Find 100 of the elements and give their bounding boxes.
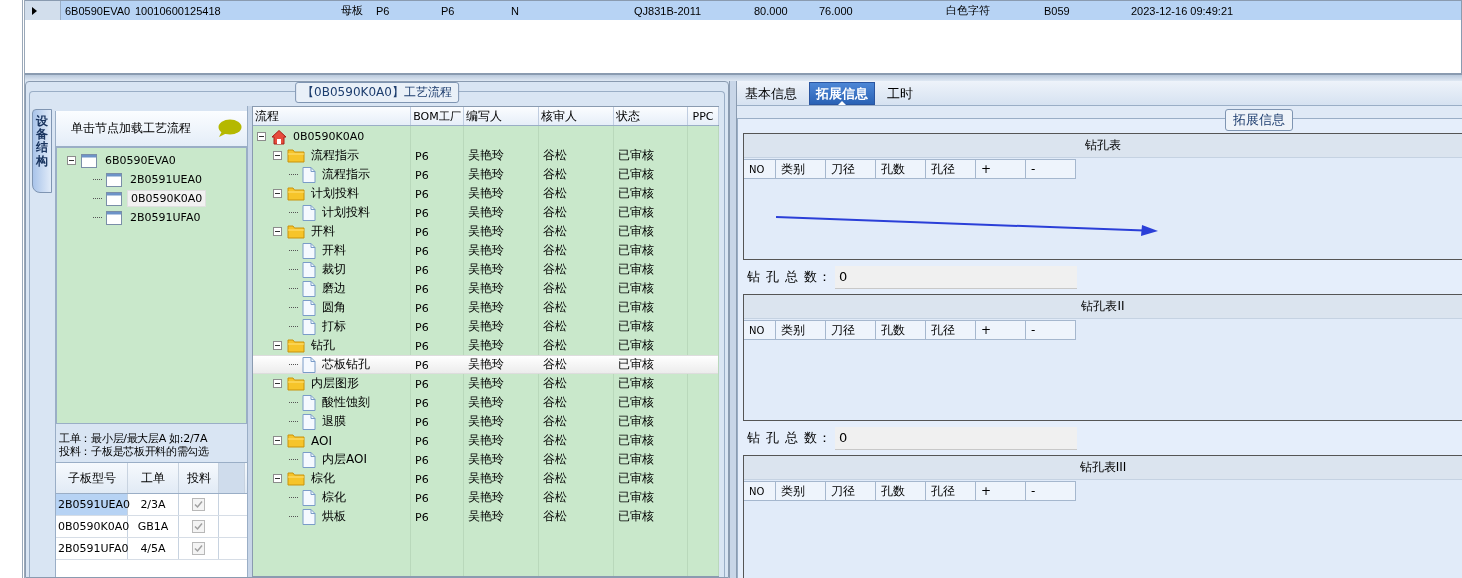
tree-row[interactable]: 烘板 P6 吴艳玲 谷松 已审核 — [253, 507, 718, 526]
column-header[interactable]: 子板型号 — [56, 463, 128, 493]
tree-row[interactable]: 开料 P6 吴艳玲 谷松 已审核 — [253, 222, 718, 241]
table-cell: 谷松 — [543, 319, 567, 333]
column-header[interactable]: NO — [744, 159, 776, 179]
tree-row[interactable]: 计划投料 P6 吴艳玲 谷松 已审核 — [253, 184, 718, 203]
column-header[interactable]: 流程 — [253, 107, 411, 125]
column-header[interactable]: 类别 — [776, 320, 826, 340]
column-header[interactable]: 刀径 — [826, 481, 876, 501]
column-header[interactable]: 核审人 — [539, 107, 614, 125]
vertical-tab[interactable]: 设备结构 — [32, 109, 52, 193]
tree-node[interactable]: 2B0591UFA0 — [127, 210, 204, 225]
tree-node[interactable]: 0B0590K0A0 — [127, 190, 207, 207]
tab[interactable]: 基本信息 — [739, 82, 803, 105]
column-header[interactable]: - — [1026, 320, 1076, 340]
grid-cell: 母板 — [341, 4, 363, 16]
table-cell: 吴艳玲 — [468, 224, 504, 238]
table-cell: 吴艳玲 — [468, 167, 504, 181]
column-header[interactable]: - — [1026, 481, 1076, 501]
column-header[interactable]: + — [976, 159, 1026, 179]
collapse-icon[interactable] — [273, 436, 282, 445]
tree-row[interactable]: AOI P6 吴艳玲 谷松 已审核 — [253, 431, 718, 450]
collapse-icon[interactable] — [257, 132, 266, 141]
collapse-icon[interactable] — [273, 227, 282, 236]
tree-row[interactable]: 棕化 P6 吴艳玲 谷松 已审核 — [253, 488, 718, 507]
tree-row[interactable]: 酸性蚀刻 P6 吴艳玲 谷松 已审核 — [253, 393, 718, 412]
table-cell: 吴艳玲 — [468, 414, 504, 428]
collapse-icon[interactable] — [67, 156, 76, 165]
header-filler — [219, 463, 245, 493]
column-header[interactable]: 孔数 — [876, 159, 926, 179]
column-header[interactable]: 编写人 — [464, 107, 539, 125]
tree-row[interactable]: 裁切 P6 吴艳玲 谷松 已审核 — [253, 260, 718, 279]
column-header[interactable]: 孔径 — [926, 159, 976, 179]
checkbox[interactable] — [192, 542, 205, 555]
grid-cell: P6 — [441, 4, 455, 17]
tree-row[interactable]: 流程指示 P6 吴艳玲 谷松 已审核 — [253, 146, 718, 165]
tree-row[interactable]: 钻孔 P6 吴艳玲 谷松 已审核 — [253, 336, 718, 355]
tree-row[interactable]: 磨边 P6 吴艳玲 谷松 已审核 — [253, 279, 718, 298]
table-cell: 谷松 — [543, 205, 567, 219]
checkbox[interactable] — [192, 520, 205, 533]
document-icon — [302, 261, 316, 278]
tree-label: 退膜 — [322, 413, 346, 430]
table-cell: 已审核 — [618, 490, 654, 504]
collapse-icon[interactable] — [273, 379, 282, 388]
column-header[interactable]: NO — [744, 320, 776, 340]
column-header[interactable]: 孔数 — [876, 481, 926, 501]
column-header[interactable]: 孔数 — [876, 320, 926, 340]
column-header[interactable]: 刀径 — [826, 159, 876, 179]
column-header[interactable]: 状态 — [614, 107, 688, 125]
column-header[interactable]: 刀径 — [826, 320, 876, 340]
table-cell: 谷松 — [543, 414, 567, 428]
table-cell: 4/5A — [128, 538, 179, 559]
column-header[interactable]: PPC — [688, 107, 719, 125]
tree-row[interactable]: 0B0590K0A0 — [253, 127, 718, 146]
input-field[interactable]: 0 — [835, 426, 1077, 450]
column-header[interactable]: 类别 — [776, 159, 826, 179]
table-cell: 已审核 — [618, 395, 654, 409]
column-header[interactable]: BOM工厂 — [411, 107, 464, 125]
table-cell: P6 — [415, 244, 429, 258]
tree-row[interactable]: 开料 P6 吴艳玲 谷松 已审核 — [253, 241, 718, 260]
grid-row[interactable]: 6B0590EVA0 10010600125418 母板 P6 P6 N QJ831B-2011 80.000 76.000 白色字符 B059 2023-12-16 09:49:21 — [25, 1, 1461, 20]
tab[interactable]: 工时 — [881, 82, 919, 105]
grid-cell: 2023-12-16 09:49:21 — [1131, 4, 1234, 17]
table-cell: 已审核 — [618, 471, 654, 485]
tree-row[interactable]: 打标 P6 吴艳玲 谷松 已审核 — [253, 317, 718, 336]
column-header[interactable]: + — [976, 320, 1026, 340]
tree-node[interactable]: 6B0590EVA0 — [102, 153, 179, 168]
tree-row[interactable]: 计划投料 P6 吴艳玲 谷松 已审核 — [253, 203, 718, 222]
column-header[interactable]: NO — [744, 481, 776, 501]
column-header[interactable]: - — [1026, 159, 1076, 179]
tree-node[interactable]: 2B0591UEA0 — [127, 172, 206, 187]
column-header[interactable]: 工单 — [128, 463, 179, 493]
tree-row[interactable]: 棕化 P6 吴艳玲 谷松 已审核 — [253, 469, 718, 488]
tree-label: 流程指示 — [311, 147, 359, 164]
column-header[interactable]: 孔径 — [926, 320, 976, 340]
folder-icon — [287, 433, 305, 448]
tree-row[interactable]: 芯板钻孔 P6 吴艳玲 谷松 已审核 — [253, 355, 718, 374]
table-cell: 吴艳玲 — [468, 243, 504, 257]
checkbox[interactable] — [192, 498, 205, 511]
table-cell: 谷松 — [543, 433, 567, 447]
grid-cell: 白色字符 — [946, 4, 990, 16]
input-field[interactable]: 0 — [835, 265, 1077, 289]
tree-row[interactable]: 退膜 P6 吴艳玲 谷松 已审核 — [253, 412, 718, 431]
collapse-icon[interactable] — [273, 189, 282, 198]
tree-row[interactable]: 内层图形 P6 吴艳玲 谷松 已审核 — [253, 374, 718, 393]
table-cell: P6 — [415, 415, 429, 429]
column-header[interactable]: 类别 — [776, 481, 826, 501]
tree-row[interactable]: 内层AOI P6 吴艳玲 谷松 已审核 — [253, 450, 718, 469]
table-cell: 已审核 — [618, 376, 654, 390]
tree-label: AOI — [311, 433, 332, 448]
table-cell: P6 — [415, 453, 429, 467]
tree-row[interactable]: 圆角 P6 吴艳玲 谷松 已审核 — [253, 298, 718, 317]
tab[interactable]: 拓展信息 — [809, 82, 875, 105]
column-header[interactable]: + — [976, 481, 1026, 501]
collapse-icon[interactable] — [273, 151, 282, 160]
tree-row[interactable]: 流程指示 P6 吴艳玲 谷松 已审核 — [253, 165, 718, 184]
column-header[interactable]: 孔径 — [926, 481, 976, 501]
grid-cell: QJ831B-2011 — [634, 4, 702, 17]
collapse-icon[interactable] — [273, 474, 282, 483]
collapse-icon[interactable] — [273, 341, 282, 350]
